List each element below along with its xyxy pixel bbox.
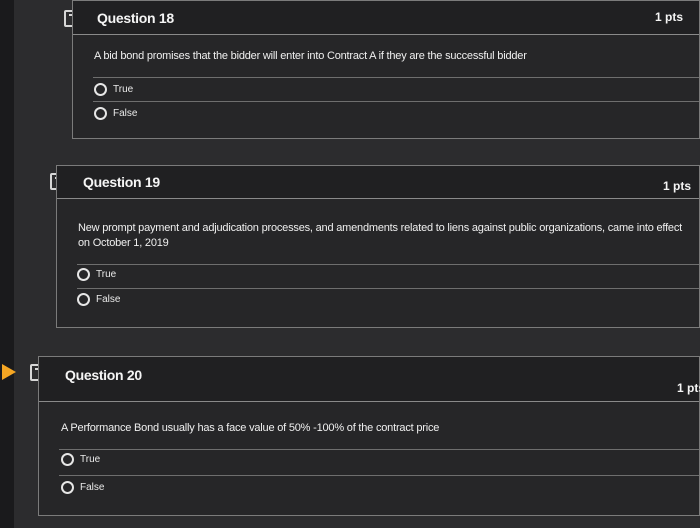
- radio-button-icon[interactable]: [61, 481, 74, 494]
- question-19-text: New prompt payment and adjudication proc…: [78, 222, 682, 249]
- question-19-divider-2: [77, 288, 699, 289]
- question-19-divider: [77, 264, 699, 265]
- question-18-title: Question 18: [97, 10, 174, 26]
- question-20-option-true[interactable]: True: [61, 453, 100, 466]
- radio-button-icon[interactable]: [94, 83, 107, 96]
- question-18-points: 1 pts: [654, 10, 683, 24]
- radio-button-icon[interactable]: [94, 107, 107, 120]
- option-label: False: [80, 482, 105, 493]
- option-label: True: [80, 454, 101, 465]
- option-label: False: [113, 108, 138, 119]
- radio-button-icon[interactable]: [77, 268, 90, 281]
- question-19-option-false[interactable]: False: [77, 293, 120, 306]
- question-18-divider-2: [93, 101, 699, 102]
- question-20-title: Question 20: [65, 367, 142, 383]
- question-18-text: A bid bond promises that the bidder will…: [94, 50, 527, 62]
- option-label: True: [113, 84, 134, 95]
- radio-button-icon[interactable]: [61, 453, 74, 466]
- question-19-option-true[interactable]: True: [77, 268, 116, 281]
- question-18-card: Question 18 1 pts A bid bond promises th…: [72, 0, 700, 139]
- question-18-option-true[interactable]: True: [94, 83, 133, 96]
- question-19-title: Question 19: [83, 174, 160, 190]
- current-question-marker-icon: [2, 364, 16, 380]
- left-margin: [0, 0, 14, 528]
- question-20-option-false[interactable]: False: [61, 481, 104, 494]
- question-18-divider: [93, 77, 699, 78]
- question-20-points: 1 pts: [676, 381, 700, 395]
- option-label: True: [96, 269, 117, 280]
- radio-button-icon[interactable]: [77, 293, 90, 306]
- question-20-divider: [59, 449, 699, 450]
- question-19-card: Question 19 1 pts New prompt payment and…: [56, 165, 700, 328]
- question-20-card: Question 20 1 pts A Performance Bond usu…: [38, 356, 700, 516]
- question-19-points: 1 pts: [662, 179, 691, 193]
- question-20-divider-2: [59, 475, 699, 476]
- question-18-option-false[interactable]: False: [94, 107, 137, 120]
- option-label: False: [96, 294, 121, 305]
- question-20-text: A Performance Bond usually has a face va…: [61, 422, 440, 434]
